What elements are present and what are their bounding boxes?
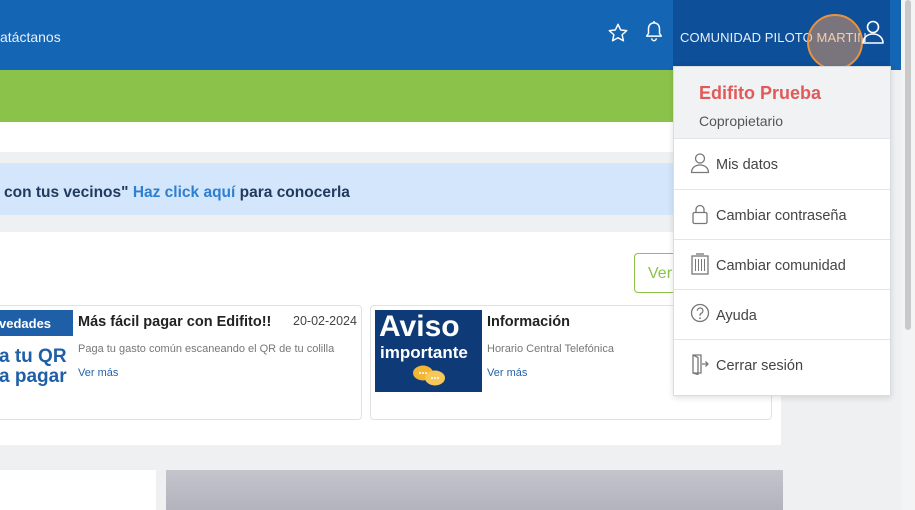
contact-link[interactable]: atáctanos xyxy=(0,29,61,45)
thumbnail-text: a pagar xyxy=(0,366,67,387)
banner-suffix: para conocerla xyxy=(239,184,350,201)
building-icon xyxy=(691,253,709,275)
news-thumbnail: Aviso importante xyxy=(375,310,482,392)
news-thumbnail: vedades a tu QR a pagar xyxy=(0,310,73,396)
card-more-link[interactable]: Ver más xyxy=(78,367,118,379)
user-icon[interactable] xyxy=(861,19,885,45)
news-card[interactable]: vedades a tu QR a pagar Más fácil pagar … xyxy=(0,305,362,420)
menu-item-cambiar-comunidad[interactable]: Cambiar comunidad xyxy=(674,239,890,289)
top-navbar: atáctanos COMUNIDAD PILOTO MARTIN xyxy=(0,0,915,70)
star-icon[interactable] xyxy=(607,22,629,44)
thumbnail-text: Aviso xyxy=(379,310,460,343)
user-dropdown-menu: Edifito Prueba Copropietario Mis datos C… xyxy=(673,66,891,396)
help-icon xyxy=(690,303,710,323)
menu-item-mis-datos[interactable]: Mis datos xyxy=(674,138,890,188)
thumbnail-text: a tu QR xyxy=(0,346,67,367)
banner-prefix: con tus vecinos" xyxy=(4,184,129,201)
menu-item-label: Cambiar comunidad xyxy=(716,258,846,274)
dropdown-header: Edifito Prueba Copropietario xyxy=(674,67,890,138)
menu-item-label: Cerrar sesión xyxy=(716,358,804,374)
chat-bubble-icon xyxy=(413,365,445,386)
card-date: 20-02-2024 xyxy=(293,314,357,328)
info-banner: con tus vecinos" Haz click aquí para con… xyxy=(0,163,780,215)
card-description: Horario Central Telefónica xyxy=(487,343,614,355)
menu-item-label: Cambiar contraseña xyxy=(716,208,847,224)
lock-icon xyxy=(692,204,708,225)
dropdown-role: Copropietario xyxy=(699,113,784,129)
menu-item-cerrar-sesion[interactable]: Cerrar sesión xyxy=(674,339,890,389)
user-icon xyxy=(690,153,710,174)
click-highlight xyxy=(807,14,863,70)
bell-icon[interactable] xyxy=(643,20,665,44)
card-title[interactable]: Información xyxy=(487,314,570,330)
card-title[interactable]: Más fácil pagar con Edifito!! xyxy=(78,314,271,330)
scrollbar-thumb[interactable] xyxy=(905,0,911,330)
menu-item-label: Ayuda xyxy=(716,308,757,324)
menu-item-ayuda[interactable]: Ayuda xyxy=(674,289,890,339)
banner-link[interactable]: Haz click aquí xyxy=(133,184,236,201)
bottom-image xyxy=(166,470,783,510)
menu-item-label: Mis datos xyxy=(716,157,779,173)
dropdown-title: Edifito Prueba xyxy=(699,83,822,103)
menu-item-cambiar-contrasena[interactable]: Cambiar contraseña xyxy=(674,189,890,239)
logout-icon xyxy=(692,354,709,375)
card-more-link[interactable]: Ver más xyxy=(487,367,527,379)
bottom-card xyxy=(0,470,156,510)
scrollbar[interactable] xyxy=(901,0,915,510)
thumbnail-text: importante xyxy=(380,343,468,362)
ver-button-label: Ver xyxy=(648,265,673,282)
thumbnail-bar: vedades xyxy=(0,310,73,336)
banner-text: con tus vecinos" Haz click aquí para con… xyxy=(4,184,350,202)
card-description: Paga tu gasto común escaneando el QR de … xyxy=(78,343,335,355)
